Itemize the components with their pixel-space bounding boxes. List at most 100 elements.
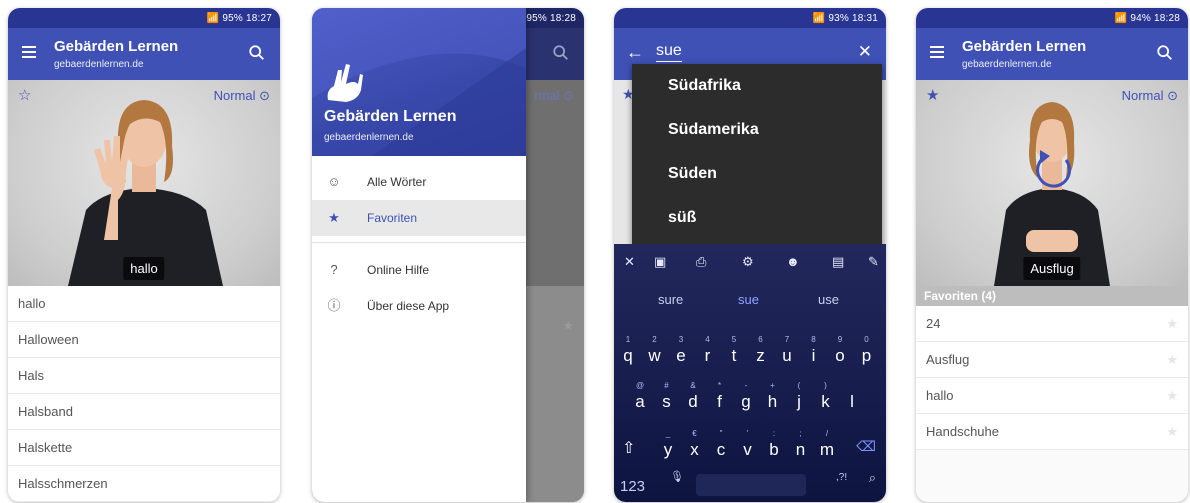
list-item[interactable]: Ausflug ★ xyxy=(916,342,1188,378)
menu-item-ueber-diese-app[interactable]: ⓘ Über diese App xyxy=(312,288,526,324)
hamburger-menu-icon[interactable] xyxy=(22,46,36,58)
list-item[interactable]: hallo xyxy=(8,286,280,322)
key-v[interactable]: ' v xyxy=(736,428,760,462)
key-c[interactable]: " c xyxy=(709,428,733,462)
list-item[interactable]: Hals xyxy=(8,358,280,394)
search-key-icon[interactable]: ⌕ xyxy=(869,470,876,486)
key-o[interactable]: 9o xyxy=(828,334,852,368)
search-icon[interactable] xyxy=(1156,44,1174,62)
playback-speed[interactable]: Normal ⊙ xyxy=(1122,88,1178,104)
space-bar[interactable] xyxy=(696,474,806,496)
key-w[interactable]: 2w xyxy=(643,334,667,368)
status-time: 18:28 xyxy=(1153,13,1180,24)
key-i[interactable]: 8i xyxy=(802,334,826,368)
clear-search-icon[interactable]: ✕ xyxy=(858,42,872,62)
key-j[interactable]: (j xyxy=(787,380,811,414)
close-keyboard-icon[interactable]: ✕ xyxy=(624,254,635,270)
key-a[interactable]: @ a xyxy=(628,380,652,414)
numbers-key[interactable]: 123 xyxy=(620,478,645,495)
key-g[interactable]: -g xyxy=(734,380,758,414)
list-item[interactable]: hallo ★ xyxy=(916,378,1188,414)
key-alt-char: _ xyxy=(665,429,671,438)
key-char: t xyxy=(731,346,737,365)
list-item[interactable]: Halsband xyxy=(8,394,280,430)
key-s[interactable]: # s xyxy=(655,380,679,414)
gif-icon[interactable]: ▣ xyxy=(654,254,666,270)
star-icon[interactable]: ★ xyxy=(1166,342,1178,378)
key-r[interactable]: 4r xyxy=(696,334,720,368)
microphone-icon[interactable]: 🎙 xyxy=(670,470,684,483)
key-alt-char: ) xyxy=(824,381,827,390)
key-char: i xyxy=(811,346,816,365)
menu-item-alle-woerter[interactable]: ☺ Alle Wörter xyxy=(312,164,526,200)
key-l[interactable]: l xyxy=(840,380,864,414)
star-icon[interactable]: ★ xyxy=(1166,414,1178,450)
key-u[interactable]: 7u xyxy=(775,334,799,368)
pin-icon[interactable]: ✎ xyxy=(868,254,879,270)
key-char: k xyxy=(821,392,830,411)
status-bar: 📶 95% 18:27 xyxy=(8,8,280,28)
key-z[interactable]: 6z xyxy=(749,334,773,368)
key-e[interactable]: 3e xyxy=(669,334,693,368)
key-k[interactable]: ) k xyxy=(814,380,838,414)
key-alt-char: 7 xyxy=(784,335,790,344)
list-item[interactable]: Halsschmerzen xyxy=(8,466,280,502)
menu-item-online-hilfe[interactable]: ? Online Hilfe xyxy=(312,252,526,288)
kb-suggestion[interactable]: sue xyxy=(738,292,759,307)
sign-video[interactable]: ☆ Normal ⊙ hallo xyxy=(8,80,280,286)
list-item-label: Ausflug xyxy=(926,352,970,367)
suggestion-item[interactable]: Süden xyxy=(632,152,882,196)
key-n[interactable]: ; n xyxy=(789,428,813,462)
suggestion-item[interactable]: Südamerika xyxy=(632,108,882,152)
menu-item-favoriten[interactable]: ★ Favoriten xyxy=(312,200,526,236)
status-bar: 📶 94% 18:28 xyxy=(916,8,1188,28)
search-input[interactable]: sue xyxy=(656,42,682,62)
key-y[interactable]: _ y xyxy=(656,428,680,462)
list-item-label: hallo xyxy=(926,388,954,403)
smiley-icon: ☺ xyxy=(327,174,341,189)
key-h[interactable]: + h xyxy=(761,380,785,414)
search-icon[interactable] xyxy=(248,44,266,62)
back-arrow-icon[interactable]: ← xyxy=(626,42,644,63)
kb-suggestion[interactable]: use xyxy=(818,292,839,307)
key-char: j xyxy=(797,392,801,411)
menu-item-label: Online Hilfe xyxy=(367,263,430,277)
theme-icon[interactable]: ☻ xyxy=(786,254,800,269)
punctuation-key[interactable]: ,?! xyxy=(836,472,847,483)
kb-suggestion[interactable]: sure xyxy=(658,292,683,307)
list-item[interactable]: Halskette xyxy=(8,430,280,466)
speed-label: rmal xyxy=(534,88,560,103)
key-f[interactable]: * f xyxy=(708,380,732,414)
key-q[interactable]: 1q xyxy=(616,334,640,368)
key-char: s xyxy=(662,392,671,411)
sign-hand-logo-icon xyxy=(327,64,363,102)
list-item[interactable]: Handschuhe ★ xyxy=(916,414,1188,450)
key-t[interactable]: 5t xyxy=(722,334,746,368)
suggestion-item[interactable]: süß xyxy=(632,196,882,240)
shift-icon[interactable]: ⇧ xyxy=(622,438,635,458)
favorite-star-icon[interactable]: ☆ xyxy=(18,86,31,104)
clipboard-icon[interactable]: ▤ xyxy=(832,254,844,270)
menu-item-label: Alle Wörter xyxy=(367,175,427,189)
keyboard-row-3: _ y € x " c ' v: b; n / m xyxy=(614,428,886,462)
sign-video[interactable]: ★ Normal ⊙ Ausflug xyxy=(916,80,1188,286)
star-icon[interactable]: ★ xyxy=(1166,306,1178,342)
backspace-icon[interactable]: ⌫ xyxy=(856,438,876,455)
hamburger-menu-icon[interactable] xyxy=(930,46,944,58)
sticker-icon[interactable]: ⎙ xyxy=(696,254,706,270)
key-m[interactable]: / m xyxy=(815,428,839,462)
favorite-star-icon[interactable]: ★ xyxy=(926,86,939,104)
key-char: m xyxy=(819,440,835,459)
status-icons: 📶 95% xyxy=(206,13,243,24)
list-item[interactable]: 24 ★ xyxy=(916,306,1188,342)
settings-icon[interactable]: ⚙ xyxy=(742,254,754,270)
key-x[interactable]: € x xyxy=(683,428,707,462)
key-b[interactable]: :b xyxy=(762,428,786,462)
playback-speed[interactable]: Normal ⊙ xyxy=(214,88,270,104)
star-icon[interactable]: ★ xyxy=(1166,378,1178,414)
suggestion-item[interactable]: Südafrika xyxy=(632,64,882,108)
key-p[interactable]: 0p xyxy=(855,334,879,368)
key-d[interactable]: & d xyxy=(681,380,705,414)
list-item[interactable]: Halloween xyxy=(8,322,280,358)
drawer-subtitle: gebaerdenlernen.de xyxy=(324,132,414,143)
